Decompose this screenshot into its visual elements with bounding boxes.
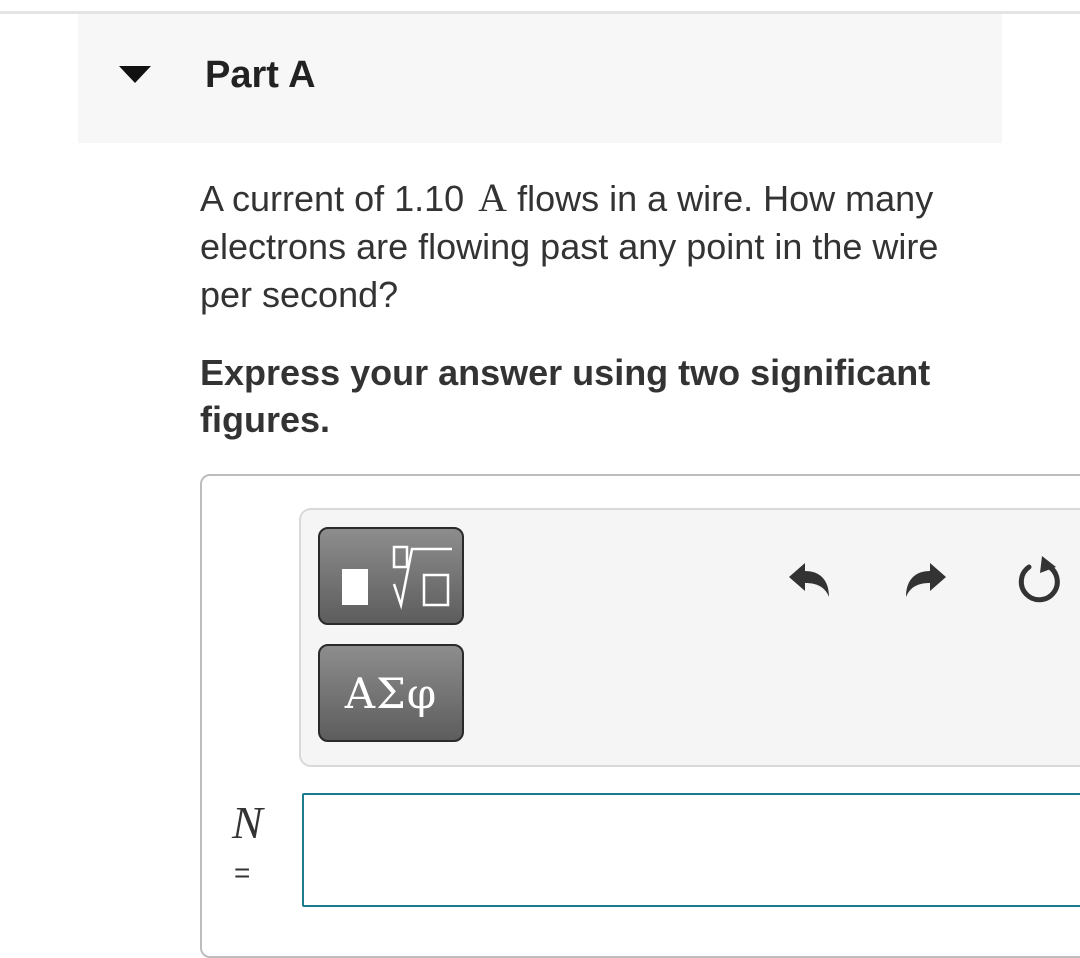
- undo-icon: [789, 563, 829, 597]
- question-text: A current of 1.10 Aflows in a wire. How m…: [200, 174, 1000, 319]
- collapse-toggle-icon[interactable]: [118, 64, 152, 84]
- symbols-label: ΑΣφ: [344, 668, 438, 718]
- equals-sign: =: [234, 857, 251, 888]
- reset-icon: [1018, 556, 1060, 603]
- current-unit: A: [478, 175, 508, 220]
- undo-button[interactable]: [785, 553, 837, 605]
- templates-button[interactable]: [318, 527, 464, 625]
- part-title: Part A: [205, 54, 316, 96]
- reset-button[interactable]: [1012, 553, 1064, 605]
- square-root-template-icon: [342, 545, 452, 610]
- redo-icon: [906, 563, 946, 597]
- redo-button[interactable]: [898, 553, 950, 605]
- answer-variable: N: [232, 797, 263, 848]
- question-text-before: A current of 1.10: [200, 178, 465, 219]
- symbols-button[interactable]: ΑΣφ: [318, 644, 464, 742]
- answer-input[interactable]: [302, 793, 1080, 907]
- answer-instruction: Express your answer using two significan…: [200, 352, 931, 440]
